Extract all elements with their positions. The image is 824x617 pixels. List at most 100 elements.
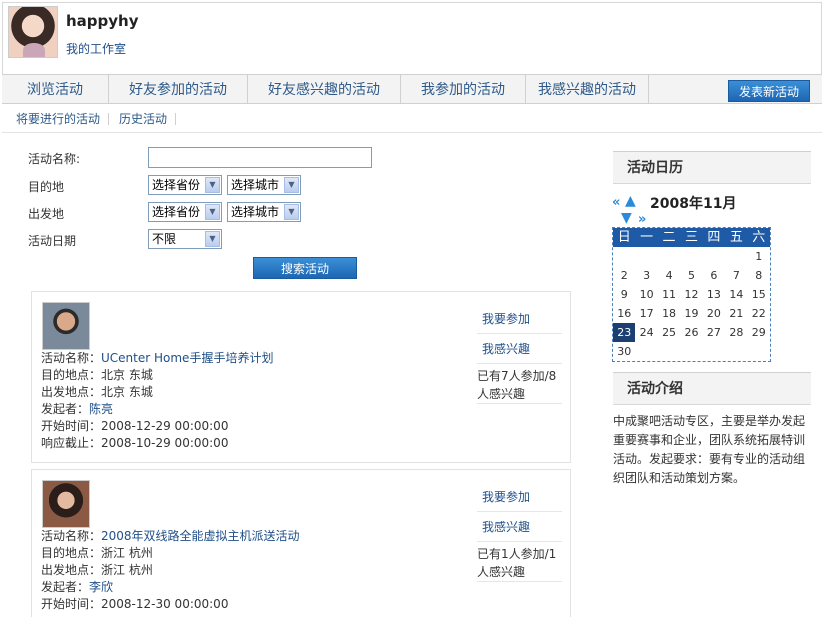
- calendar-day[interactable]: 25: [658, 323, 680, 342]
- participant-count: 已有7人参加/8 人感兴趣: [477, 364, 562, 404]
- calendar-weekdays: 日一二三四五六: [613, 228, 770, 247]
- join-activity-link[interactable]: 我要参加: [477, 482, 562, 512]
- participant-count-line1: 已有1人参加/1: [477, 547, 557, 561]
- my-studio-link[interactable]: 我的工作室: [66, 40, 126, 57]
- activity-card: 活动名称：2008年双线路全能虚拟主机派送活动 目的地点：浙江 杭州 出发地点：…: [31, 469, 571, 617]
- activity-organizer-line: 发起者：陈亮: [41, 401, 273, 418]
- calendar-day[interactable]: 21: [725, 304, 747, 323]
- calendar-day[interactable]: 18: [658, 304, 680, 323]
- calendar-day[interactable]: 28: [725, 323, 747, 342]
- activity-name-input[interactable]: [148, 147, 372, 168]
- tab-friends-joined[interactable]: 好友参加的活动: [109, 75, 248, 103]
- calendar-day[interactable]: 3: [635, 266, 657, 285]
- next-year-icon[interactable]: »: [638, 212, 646, 227]
- weekday-label: 四: [707, 230, 721, 245]
- calendar-day[interactable]: 12: [680, 285, 702, 304]
- organizer-avatar[interactable]: [42, 302, 90, 350]
- organizer-link[interactable]: 陈亮: [89, 402, 113, 416]
- calendar-day[interactable]: 8: [748, 266, 770, 285]
- prev-month-icon[interactable]: ▲: [625, 193, 636, 209]
- activity-calendar: 日一二三四五六 1 2 3 4 5 6 7 8 9 10 11 12 13 14 15 16 17 18 19 20 2…: [612, 227, 771, 362]
- activity-actions: 我要参加 我感兴趣 已有7人参加/8 人感兴趣: [477, 304, 562, 404]
- activity-date-value: 不限: [152, 232, 177, 246]
- calendar-day[interactable]: 7: [725, 266, 747, 285]
- activity-name-prefix: 活动名称：: [41, 351, 102, 365]
- subnav-upcoming[interactable]: 将要进行的活动: [16, 112, 110, 125]
- calendar-empty-cell: [613, 247, 635, 266]
- destination-city-select[interactable]: 选择城市 ▼: [227, 175, 301, 195]
- calendar-day[interactable]: 6: [703, 266, 725, 285]
- tab-my-interested[interactable]: 我感兴趣的活动: [526, 75, 649, 103]
- organizer-prefix: 发起者：: [41, 402, 90, 416]
- weekday-label: 日: [617, 230, 631, 245]
- calendar-day[interactable]: 16: [613, 304, 635, 323]
- destination-city-value: 选择城市: [231, 178, 280, 192]
- calendar-day[interactable]: 5: [680, 266, 702, 285]
- calendar-day[interactable]: 13: [703, 285, 725, 304]
- interested-activity-link[interactable]: 我感兴趣: [477, 512, 562, 542]
- calendar-day[interactable]: 11: [658, 285, 680, 304]
- calendar-day[interactable]: 30: [613, 342, 635, 361]
- origin-province-select[interactable]: 选择省份 ▼: [148, 202, 222, 222]
- organizer-prefix: 发起者：: [41, 580, 90, 594]
- username: happyhy: [66, 12, 139, 30]
- calendar-day[interactable]: 2: [613, 266, 635, 285]
- organizer-avatar[interactable]: [42, 480, 90, 528]
- chevron-down-icon: ▼: [205, 231, 220, 247]
- activity-actions: 我要参加 我感兴趣 已有1人参加/1 人感兴趣: [477, 482, 562, 582]
- calendar-empty-cell: [725, 247, 747, 266]
- next-month-icon[interactable]: ▼: [621, 210, 632, 226]
- activity-date-label: 活动日期: [28, 234, 77, 248]
- calendar-day[interactable]: 27: [703, 323, 725, 342]
- activity-details: 活动名称：2008年双线路全能虚拟主机派送活动 目的地点：浙江 杭州 出发地点：…: [41, 528, 300, 613]
- organizer-link[interactable]: 李欣: [89, 580, 113, 594]
- activity-name-label: 活动名称:: [28, 152, 81, 166]
- tab-friends-interested[interactable]: 好友感兴趣的活动: [248, 75, 401, 103]
- tab-browse-activities[interactable]: 浏览活动: [2, 75, 109, 103]
- activity-organizer-line: 发起者：李欣: [41, 579, 300, 596]
- calendar-empty-cell: [658, 247, 680, 266]
- destination-province-select[interactable]: 选择省份 ▼: [148, 175, 222, 195]
- calendar-day[interactable]: 17: [635, 304, 657, 323]
- calendar-days: 1 2 3 4 5 6 7 8 9 10 11 12 13 14 15 16 17 18 19 20 21 22 23 24 2…: [613, 247, 770, 361]
- participant-count-line1: 已有7人参加/8: [477, 369, 557, 383]
- calendar-day[interactable]: 1: [748, 247, 770, 266]
- calendar-day[interactable]: 29: [748, 323, 770, 342]
- destination-province-value: 选择省份: [152, 178, 201, 192]
- calendar-day[interactable]: 19: [680, 304, 702, 323]
- calendar-day[interactable]: 9: [613, 285, 635, 304]
- weekday-label: 一: [640, 230, 654, 245]
- publish-activity-button[interactable]: 发表新活动: [728, 80, 810, 102]
- tab-my-joined[interactable]: 我参加的活动: [401, 75, 526, 103]
- chevron-down-icon: ▼: [284, 204, 299, 220]
- origin-label: 出发地: [28, 207, 65, 221]
- activity-title-link[interactable]: 2008年双线路全能虚拟主机派送活动: [101, 529, 300, 543]
- prev-year-icon[interactable]: «: [612, 195, 620, 210]
- join-activity-link[interactable]: 我要参加: [477, 304, 562, 334]
- activity-name-line: 活动名称：2008年双线路全能虚拟主机派送活动: [41, 528, 300, 545]
- weekday-label: 二: [662, 230, 676, 245]
- calendar-day[interactable]: 24: [635, 323, 657, 342]
- calendar-day[interactable]: 10: [635, 285, 657, 304]
- activity-date-select[interactable]: 不限 ▼: [148, 229, 222, 249]
- profile-header: happyhy 我的工作室: [2, 2, 822, 74]
- activity-tabs: 浏览活动 好友参加的活动 好友感兴趣的活动 我参加的活动 我感兴趣的活动 发表新…: [2, 74, 822, 104]
- chevron-down-icon: ▼: [205, 204, 220, 220]
- origin-city-value: 选择城市: [231, 205, 280, 219]
- interested-activity-link[interactable]: 我感兴趣: [477, 334, 562, 364]
- calendar-day[interactable]: 15: [748, 285, 770, 304]
- calendar-day[interactable]: 22: [748, 304, 770, 323]
- origin-city-select[interactable]: 选择城市 ▼: [227, 202, 301, 222]
- calendar-day[interactable]: 26: [680, 323, 702, 342]
- weekday-label: 六: [752, 230, 766, 245]
- search-activity-button[interactable]: 搜索活动: [253, 257, 357, 279]
- calendar-day[interactable]: 14: [725, 285, 747, 304]
- calendar-empty-cell: [703, 247, 725, 266]
- activity-title-link[interactable]: UCenter Home手握手培养计划: [101, 351, 273, 365]
- avatar[interactable]: [8, 6, 58, 58]
- calendar-day[interactable]: 23: [613, 323, 636, 342]
- activity-name-prefix: 活动名称：: [41, 529, 102, 543]
- calendar-day[interactable]: 4: [658, 266, 680, 285]
- subnav-history[interactable]: 历史活动: [119, 112, 177, 125]
- calendar-day[interactable]: 20: [703, 304, 725, 323]
